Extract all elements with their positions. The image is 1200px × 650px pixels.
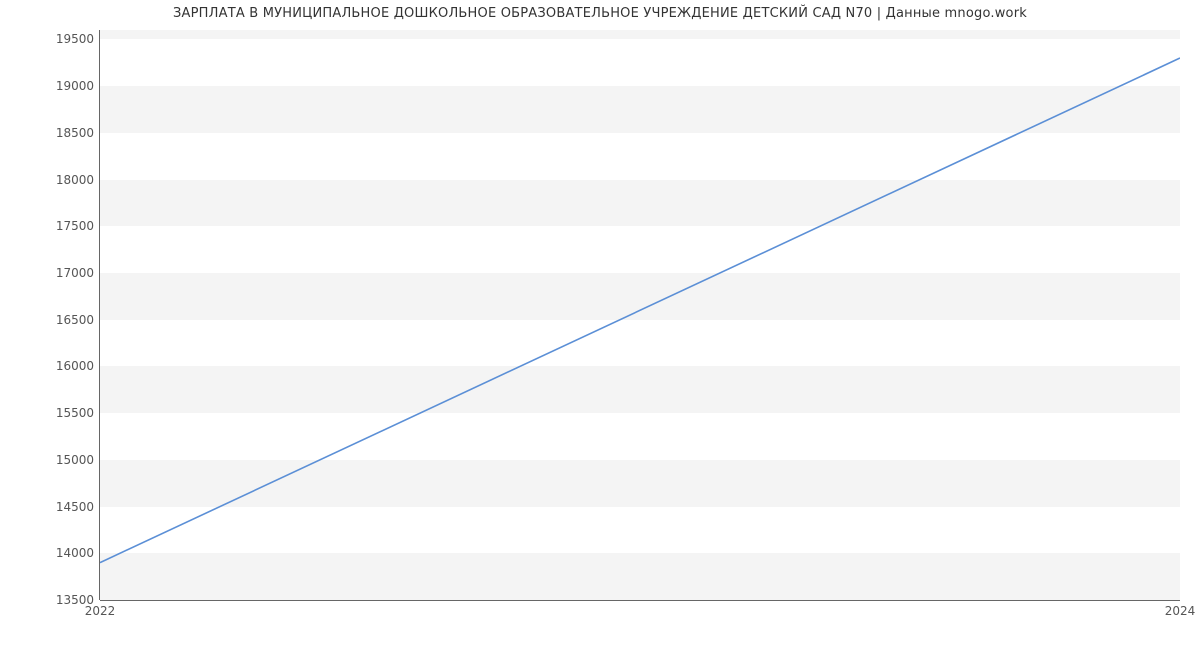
y-tick-label: 15000 xyxy=(4,453,94,467)
y-tick-label: 16000 xyxy=(4,359,94,373)
chart-line-layer xyxy=(100,30,1180,600)
chart-container: ЗАРПЛАТА В МУНИЦИПАЛЬНОЕ ДОШКОЛЬНОЕ ОБРА… xyxy=(0,0,1200,650)
x-tick-label: 2022 xyxy=(85,604,116,618)
plot-area xyxy=(100,30,1180,600)
x-tick-label: 2024 xyxy=(1165,604,1196,618)
y-tick-label: 19000 xyxy=(4,79,94,93)
y-tick-label: 19500 xyxy=(4,32,94,46)
y-tick-label: 16500 xyxy=(4,313,94,327)
y-tick-label: 17500 xyxy=(4,219,94,233)
y-tick-label: 18500 xyxy=(4,126,94,140)
y-tick-label: 14500 xyxy=(4,500,94,514)
y-tick-label: 13500 xyxy=(4,593,94,607)
y-tick-label: 17000 xyxy=(4,266,94,280)
y-tick-label: 14000 xyxy=(4,546,94,560)
series-line xyxy=(100,58,1180,563)
x-axis-line xyxy=(100,600,1180,601)
y-axis-line xyxy=(99,30,100,600)
y-tick-label: 18000 xyxy=(4,173,94,187)
chart-title: ЗАРПЛАТА В МУНИЦИПАЛЬНОЕ ДОШКОЛЬНОЕ ОБРА… xyxy=(0,6,1200,21)
y-tick-label: 15500 xyxy=(4,406,94,420)
